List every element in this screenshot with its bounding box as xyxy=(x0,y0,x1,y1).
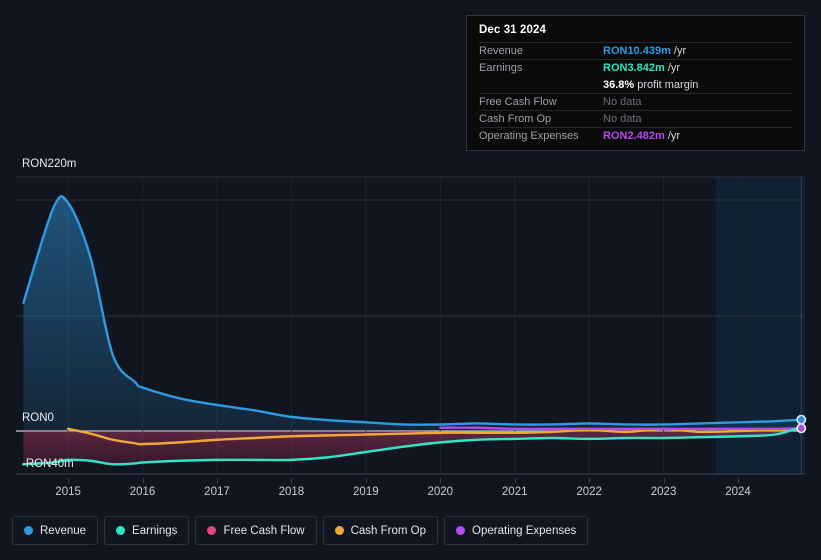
x-axis-tick-mark xyxy=(365,478,367,483)
x-axis-tick-label: 2024 xyxy=(725,486,751,498)
tooltip-row-label: Revenue xyxy=(479,45,524,57)
tooltip-row-unit: profit margin xyxy=(634,78,699,91)
legend-color-dot-icon xyxy=(207,526,217,535)
y-axis-label-top: RON220m xyxy=(22,158,77,170)
x-axis-tick-label: 2020 xyxy=(427,486,454,498)
x-axis-tick-mark xyxy=(738,478,739,483)
legend-color-dot-icon xyxy=(24,526,33,535)
tooltip-row-amount: No data xyxy=(603,96,642,108)
tooltip-row-amount: No data xyxy=(603,113,642,125)
x-axis-tick-label: 2017 xyxy=(204,486,230,498)
x-axis-tick-mark xyxy=(440,478,442,483)
tooltip-row-label: Cash From Op xyxy=(479,113,552,125)
tooltip-date: Dec 31 2024 xyxy=(479,24,546,36)
y-axis-label-zero: RON0 xyxy=(22,412,54,424)
x-axis-tick-label: 2023 xyxy=(650,486,677,498)
legend-color-dot-icon xyxy=(116,526,126,535)
x-axis-tick-mark xyxy=(291,478,293,483)
legend-item-revenue[interactable]: Revenue xyxy=(12,516,99,545)
tooltip-row-value: RON3.842m /yr xyxy=(603,62,680,74)
tooltip-row-label: Free Cash Flow xyxy=(479,96,557,108)
legend-item-operating-expenses[interactable]: Operating Expenses xyxy=(444,516,589,545)
tooltip-row-amount: RON10.439m xyxy=(603,45,671,57)
tooltip-row: Free Cash Flow No data xyxy=(479,93,792,110)
tooltip-row-value: RON2.482m /yr xyxy=(603,130,680,142)
tooltip-row-amount: 36.8% xyxy=(603,78,635,91)
tooltip-row-label: Earnings xyxy=(479,62,523,74)
x-axis-tick-label: 2016 xyxy=(129,486,156,498)
legend-item-label: Revenue xyxy=(40,524,87,537)
tooltip-row: Operating Expenses RON2.482m /yr xyxy=(479,127,792,144)
tooltip-row: Revenue RON10.439m /yr xyxy=(479,42,792,59)
x-axis-tick-mark xyxy=(68,478,70,483)
chart-legend: Revenue Earnings Free Cash Flow Cash From O… xyxy=(12,516,589,545)
x-axis-tick-label: 2018 xyxy=(278,486,305,498)
x-axis-tick-mark xyxy=(216,478,218,483)
tooltip-row: 36.8% profit margin xyxy=(479,76,792,93)
tooltip-row-label: Operating Expenses xyxy=(479,130,579,142)
legend-item-label: Earnings xyxy=(132,524,178,537)
tooltip-row-unit: /yr xyxy=(664,62,681,74)
x-axis-tick-label: 2019 xyxy=(353,486,379,498)
financial-chart-page: RON220m RON0 -RON40m 2015 2016 2017 2018 201… xyxy=(0,0,821,560)
tooltip-row-value: No data xyxy=(603,96,642,108)
x-axis: 2015 2016 2017 2018 2019 2020 2021 2022 2023 2024 xyxy=(16,478,805,500)
tooltip-row-value: 36.8% profit margin xyxy=(603,79,698,91)
tooltip-row-value: RON10.439m /yr xyxy=(603,45,686,57)
tooltip-row-unit: /yr xyxy=(670,45,687,57)
x-axis-tick-label: 2015 xyxy=(55,486,81,498)
x-axis-tick-label: 2021 xyxy=(501,486,528,498)
legend-item-label: Free Cash Flow xyxy=(223,524,305,537)
legend-item-earnings[interactable]: Earnings xyxy=(104,516,190,545)
tooltip-row-value: No data xyxy=(603,113,642,125)
legend-item-cash-from-op[interactable]: Cash From Op xyxy=(322,516,439,545)
tooltip-row-amount: RON2.482m xyxy=(603,130,665,142)
x-axis-tick-mark xyxy=(663,478,665,483)
data-tooltip: Dec 31 2024 Revenue RON10.439m /yr Earning… xyxy=(466,15,805,151)
tooltip-row: Earnings RON3.842m /yr xyxy=(479,59,792,76)
legend-item-label: Operating Expenses xyxy=(472,524,577,537)
y-axis-label-negative: -RON40m xyxy=(22,458,74,470)
tooltip-row-unit: /yr xyxy=(664,130,681,142)
x-axis-tick-mark xyxy=(589,478,591,483)
x-axis-tick-label: 2022 xyxy=(576,486,602,498)
legend-item-label: Cash From Op xyxy=(350,524,427,537)
x-axis-tick-mark xyxy=(142,478,144,483)
legend-color-dot-icon xyxy=(334,526,344,535)
tooltip-row: Cash From Op No data xyxy=(479,110,792,127)
tooltip-row-amount: RON3.842m xyxy=(603,62,665,74)
tooltip-rows: Revenue RON10.439m /yr Earnings RON3.842m /… xyxy=(479,42,792,144)
x-axis-tick-mark xyxy=(514,478,516,483)
series-line-operating-expenses xyxy=(439,426,803,431)
legend-color-dot-icon xyxy=(456,526,466,535)
legend-item-free-cash-flow[interactable]: Free Cash Flow xyxy=(195,516,317,545)
revenue-area xyxy=(23,196,802,431)
